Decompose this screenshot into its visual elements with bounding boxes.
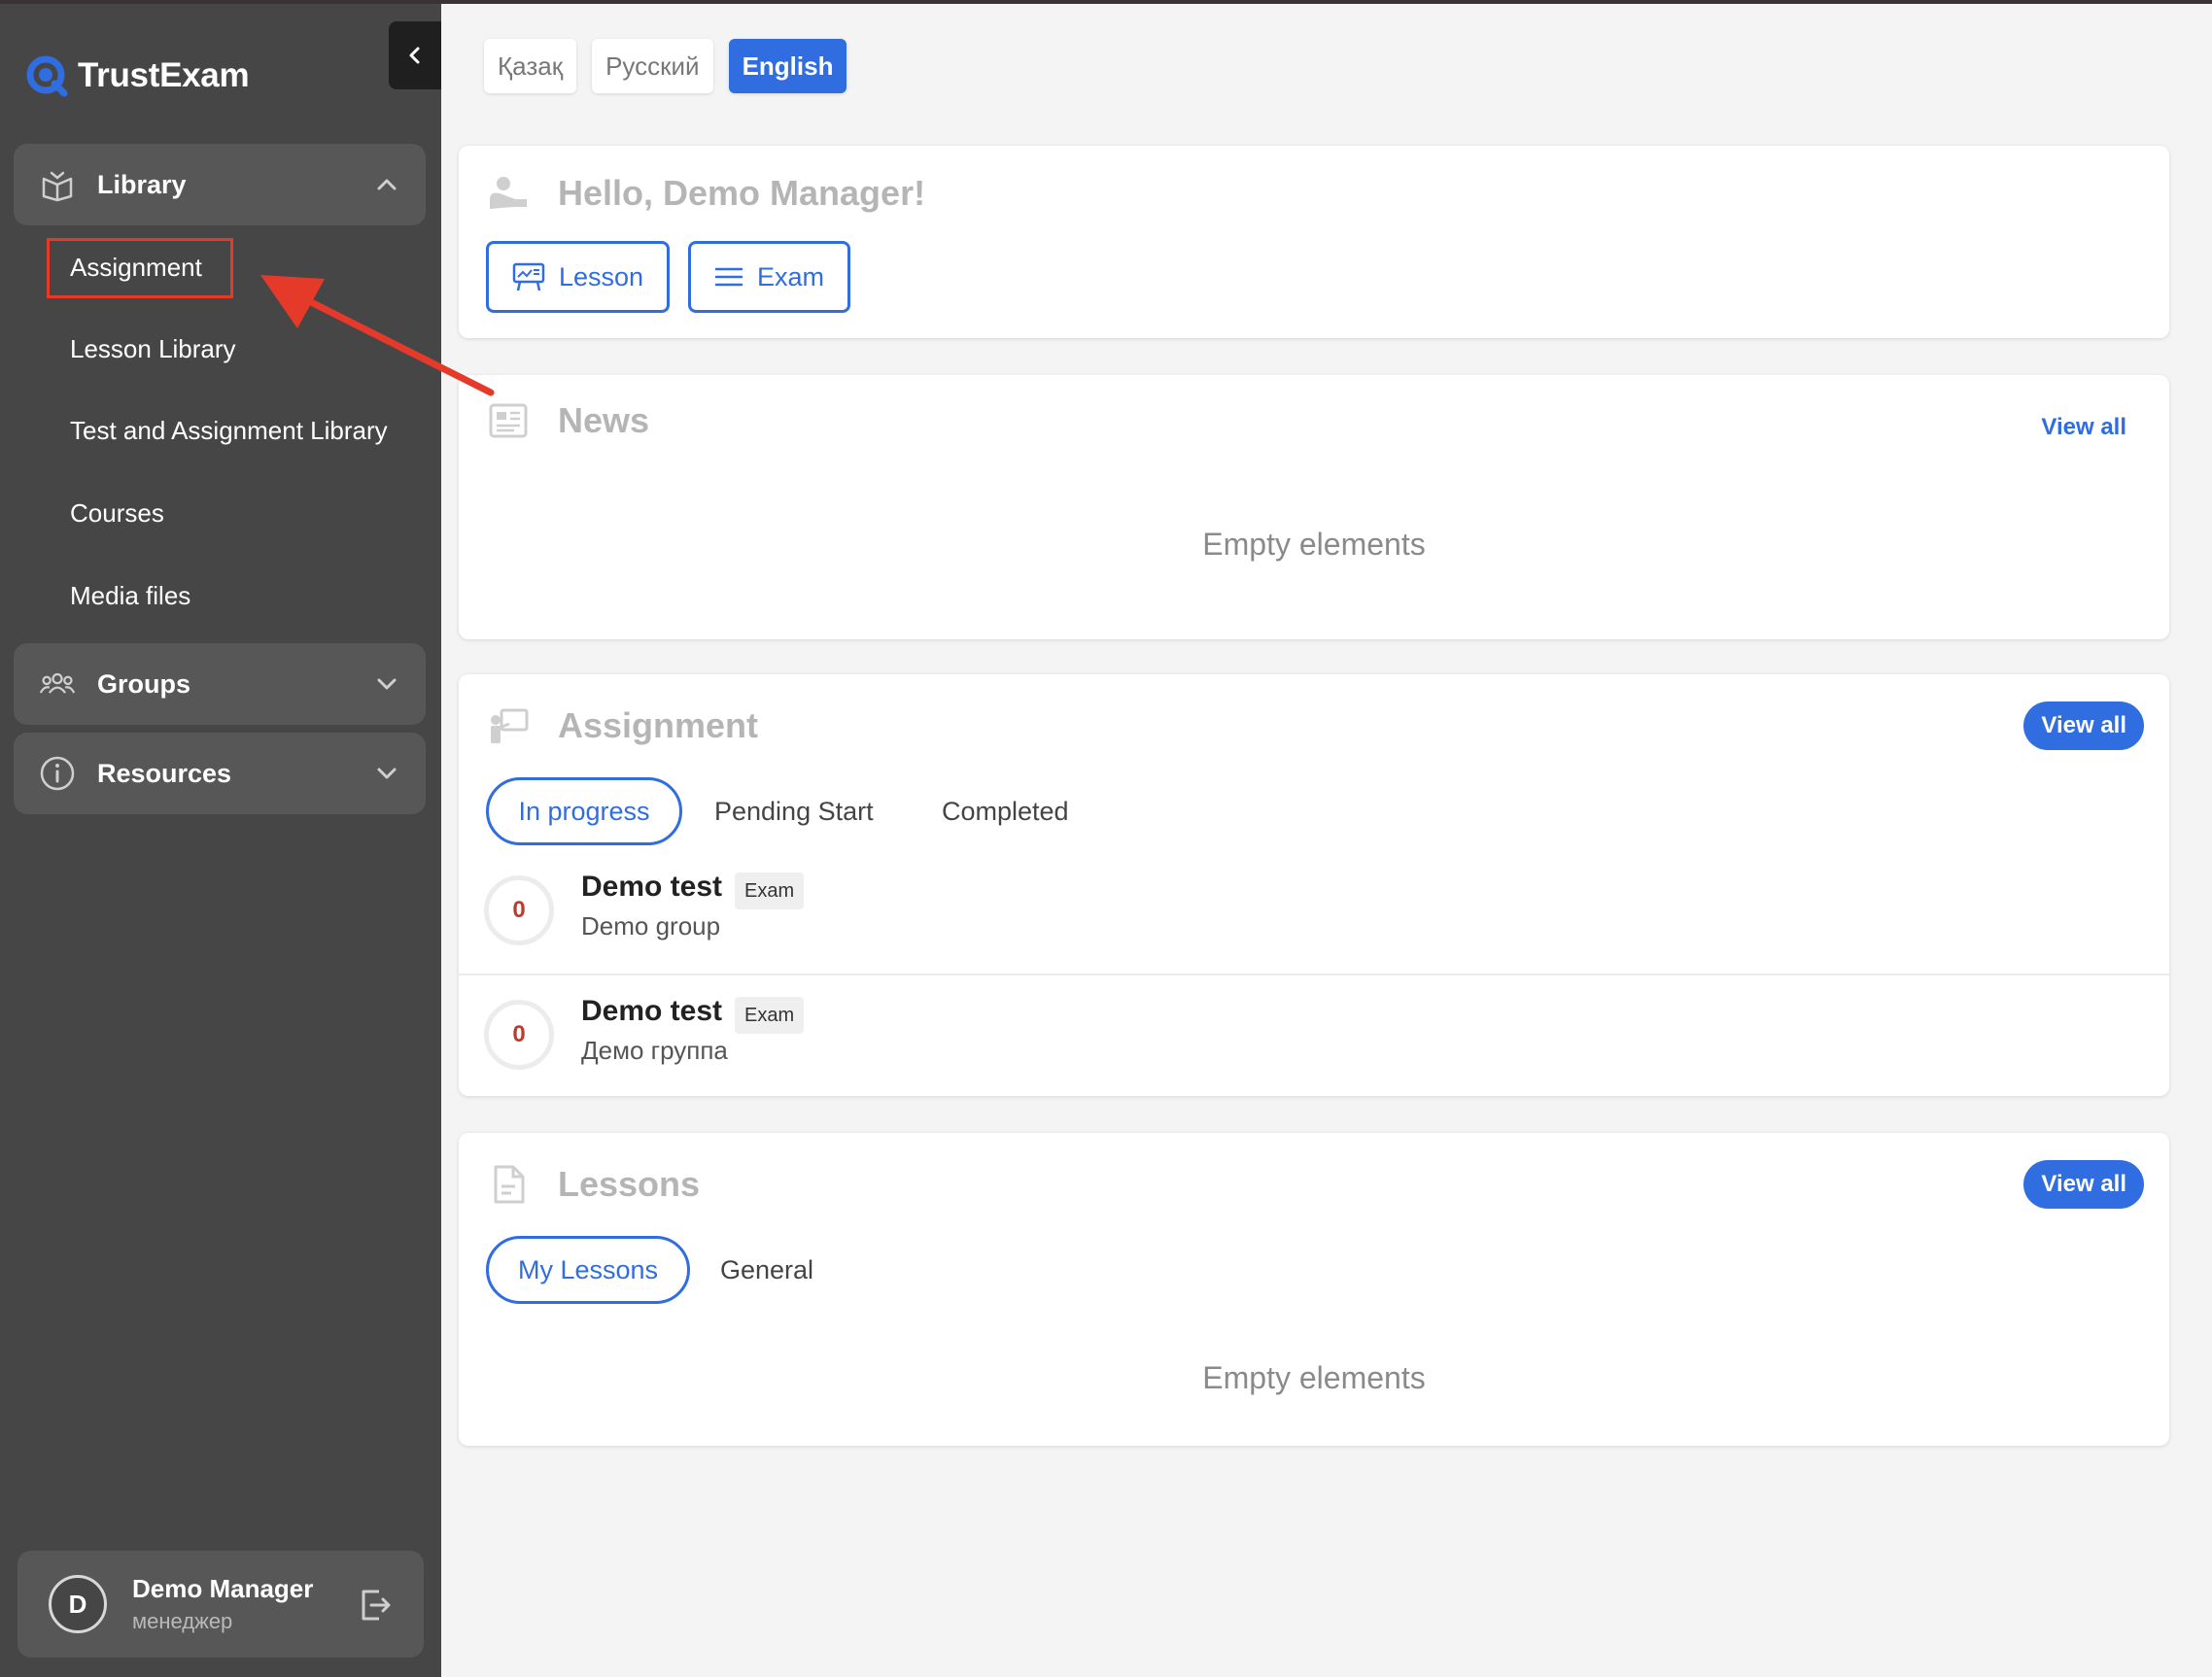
logo-icon (26, 55, 68, 97)
user-role: менеджер (132, 1609, 233, 1633)
lang-button-russian[interactable]: Русский (592, 39, 713, 93)
sidebar-item-courses[interactable]: Courses (70, 498, 164, 529)
list-item[interactable]: 0 Demo test Exam Demo group (459, 851, 2169, 974)
chevron-down-icon (377, 678, 397, 690)
avatar[interactable]: D (49, 1575, 107, 1633)
tab-my-lessons[interactable]: My Lessons (486, 1236, 690, 1304)
assignment-card: Assignment View all In progress Pending … (459, 674, 2169, 1096)
app-logo[interactable]: TrustExam (25, 54, 250, 97)
teacher-board-icon (486, 703, 531, 748)
document-icon (486, 1162, 531, 1207)
sidebar-group-resources[interactable]: Resources (14, 733, 426, 814)
sidebar-group-library[interactable]: Library (14, 144, 426, 225)
tab-pending-start[interactable]: Pending Start (714, 797, 874, 827)
book-open-icon (39, 166, 76, 203)
user-desk-icon (486, 171, 531, 216)
lesson-button[interactable]: Lesson (486, 241, 671, 313)
news-view-all-link[interactable]: View all (2041, 414, 2126, 441)
chevron-up-icon (377, 179, 397, 190)
user-name: Demo Manager (132, 1574, 314, 1603)
greeting-card: Hello, Demo Manager! Lesson Exam (459, 146, 2169, 338)
assignment-view-all-button[interactable]: View all (2023, 702, 2144, 750)
item-type-badge: Exam (735, 997, 805, 1034)
item-title: Demo test (581, 871, 723, 903)
item-group: Демо группа (581, 1036, 728, 1065)
sidebar-group-label: Library (97, 169, 187, 199)
chevron-left-icon (409, 47, 420, 64)
logout-icon[interactable] (356, 1586, 395, 1625)
lang-button-kazakh[interactable]: Қазақ (484, 39, 577, 93)
exam-button[interactable]: Exam (688, 241, 851, 313)
sidebar-group-label: Resources (97, 758, 232, 788)
lang-button-english[interactable]: English (728, 39, 847, 93)
user-card: D Demo Manager менеджер (17, 1551, 424, 1658)
chevron-down-icon (377, 768, 397, 779)
item-type-badge: Exam (735, 873, 805, 909)
lessons-title: Lessons (558, 1164, 701, 1204)
annotation-highlight-box (47, 238, 233, 298)
lesson-button-label: Lesson (559, 261, 644, 291)
news-card: News View all Empty elements (459, 375, 2169, 639)
assignment-header: Assignment (486, 703, 758, 748)
lessons-card: Lessons View all My Lessons General Empt… (459, 1133, 2169, 1446)
tab-general[interactable]: General (720, 1255, 813, 1285)
item-title: Demo test (581, 995, 723, 1027)
greeting-title: Hello, Demo Manager! (558, 173, 926, 213)
collapse-sidebar-button[interactable] (389, 21, 441, 89)
lessons-empty-state: Empty elements (1202, 1360, 1426, 1395)
news-title: News (558, 400, 650, 440)
list-item[interactable]: 0 Demo test Exam Демо группа (459, 974, 2169, 1096)
greeting-header: Hello, Demo Manager! (486, 171, 925, 216)
presentation-icon (512, 262, 545, 291)
window-top-border (0, 0, 2212, 4)
sidebar: TrustExam Library Assignment Lesson Libr… (0, 0, 441, 1677)
language-switcher: Қазақ Русский English (484, 39, 847, 93)
sidebar-item-media-files[interactable]: Media files (70, 581, 190, 611)
users-icon (39, 666, 76, 702)
assignment-title: Assignment (558, 705, 759, 745)
news-empty-state: Empty elements (1202, 527, 1426, 562)
lessons-header: Lessons (486, 1162, 700, 1207)
news-header: News (486, 398, 649, 443)
tab-in-progress[interactable]: In progress (486, 777, 682, 845)
menu-lines-icon (714, 267, 743, 287)
sidebar-item-test-assignment-library[interactable]: Test and Assignment Library (70, 416, 388, 446)
info-icon (39, 755, 76, 792)
app-name: TrustExam (78, 56, 250, 94)
score-indicator: 0 (484, 875, 554, 945)
item-group: Demo group (581, 911, 721, 941)
newspaper-icon (486, 398, 531, 443)
score-indicator: 0 (484, 1000, 554, 1070)
sidebar-group-groups[interactable]: Groups (14, 643, 426, 725)
sidebar-group-label: Groups (97, 668, 191, 699)
lessons-view-all-button[interactable]: View all (2023, 1160, 2144, 1209)
sidebar-item-lesson-library[interactable]: Lesson Library (70, 334, 236, 364)
tab-completed[interactable]: Completed (942, 797, 1069, 827)
exam-button-label: Exam (757, 261, 825, 291)
